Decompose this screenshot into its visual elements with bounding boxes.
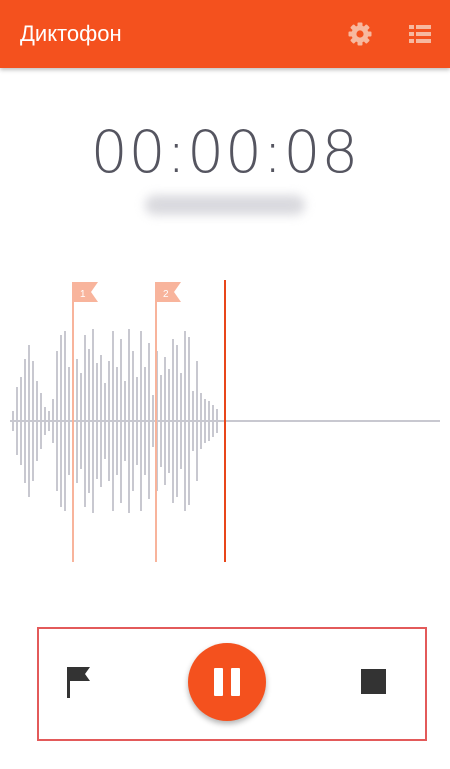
waveform-bar [172,339,174,503]
waveform-bar [152,395,154,447]
waveform-bar [92,329,94,513]
waveform-bar [184,331,186,511]
waveform-bar [148,343,150,499]
waveform-bar [52,399,54,443]
waveform-bar [160,375,162,467]
waveform-bar [112,331,114,511]
waveform-bar [200,393,202,449]
pause-button[interactable] [188,643,266,721]
waveform-bar [12,411,14,431]
waveform-bar [208,401,210,441]
waveform-bar [56,351,58,491]
blurred-subtitle [145,195,305,215]
waveform-bar [76,359,78,483]
waveform-bar [64,331,66,511]
waveform-bar [104,383,106,459]
waveform-bar [36,381,38,461]
waveform-bar [212,405,214,437]
add-marker-button[interactable] [64,664,94,700]
waveform-bar [32,361,34,481]
waveform-bar [192,391,194,451]
gear-icon [348,22,372,46]
waveform-bar [68,367,70,475]
stop-button[interactable] [361,669,386,694]
waveform-panel: 1 2 [10,280,440,562]
waveform-bar [100,355,102,487]
waveform-bar [16,387,18,455]
waveform-bar [20,377,22,465]
waveform-bar [128,329,130,513]
waveform-bar [164,357,166,485]
waveform-bar [176,345,178,497]
waveform-bar [24,359,26,483]
waveform-bar [60,335,62,507]
waveform-bar [204,399,206,443]
waveform-bar [40,393,42,449]
waveform-bar [216,409,218,433]
waveform-bar [180,373,182,469]
waveform-bar [80,373,82,469]
waveform-bar [168,369,170,473]
waveform-bar [116,367,118,475]
marker-2-label: 2 [163,289,169,300]
waveform-bar [144,367,146,475]
waveform-bar [188,337,190,505]
waveform-bar [108,361,110,481]
app-bar: Диктофон [0,0,450,68]
app-title: Диктофон [20,21,122,46]
waveform-bar [48,411,50,431]
marker-1-label: 1 [80,289,86,300]
flag-icon [67,667,90,698]
waveform-bar [44,407,46,435]
waveform-bar [136,377,138,465]
waveform-bar [132,351,134,491]
waveform-bar [120,339,122,503]
recordings-list-button[interactable] [406,20,434,48]
waveform-bar [28,345,30,497]
waveform-bar [124,381,126,461]
waveform-bar [88,349,90,493]
waveform-bar [84,335,86,507]
elapsed-time: 00:00:08 [90,118,360,186]
list-icon [409,25,431,43]
waveform-bar [140,331,142,511]
waveform-bar [96,363,98,479]
settings-button[interactable] [346,20,374,48]
waveform-bar [196,361,198,481]
